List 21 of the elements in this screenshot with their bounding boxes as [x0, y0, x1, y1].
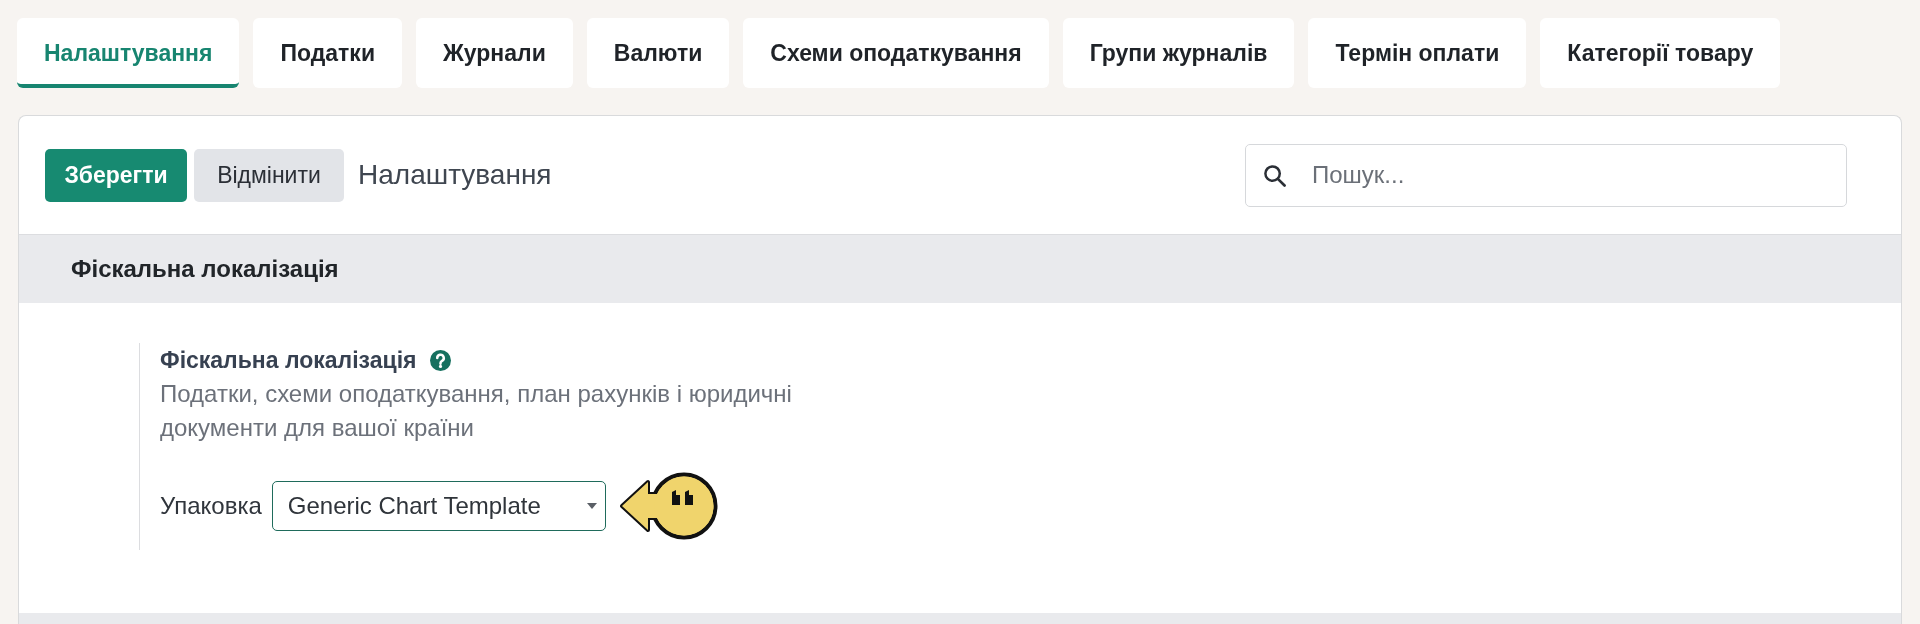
tab[interactable]: Журнали [416, 18, 573, 88]
tab[interactable]: Категорії товару [1540, 18, 1781, 88]
search-field[interactable]: Пошук... [1245, 143, 1847, 207]
package-select[interactable]: Generic Chart Template [271, 481, 606, 531]
caret-icon [586, 503, 597, 509]
arrow-badge-icon [619, 472, 718, 540]
tab[interactable]: Податки [253, 18, 403, 88]
tab[interactable]: Валюти [586, 18, 730, 88]
help-icon[interactable] [430, 349, 452, 371]
setting-description: Податки, схеми оподаткування, план рахунків і юридичні документи для вашої країни [160, 379, 793, 443]
setting-title: Фіскальна локалізація [160, 346, 417, 374]
discard-button[interactable]: Відмінити [194, 148, 344, 202]
tab[interactable]: Групи журналів [1062, 18, 1295, 88]
tab[interactable]: Налаштування [17, 18, 240, 88]
tab[interactable]: Схеми оподаткування [743, 18, 1049, 88]
page-title: Налаштування [358, 159, 552, 191]
save-button[interactable]: Зберегти [45, 148, 187, 202]
search-icon [1263, 163, 1286, 187]
field-label: Упаковка [160, 492, 262, 520]
tab[interactable]: Термін оплати [1308, 18, 1527, 88]
section-title: Фіскальна локалізація [71, 255, 339, 283]
